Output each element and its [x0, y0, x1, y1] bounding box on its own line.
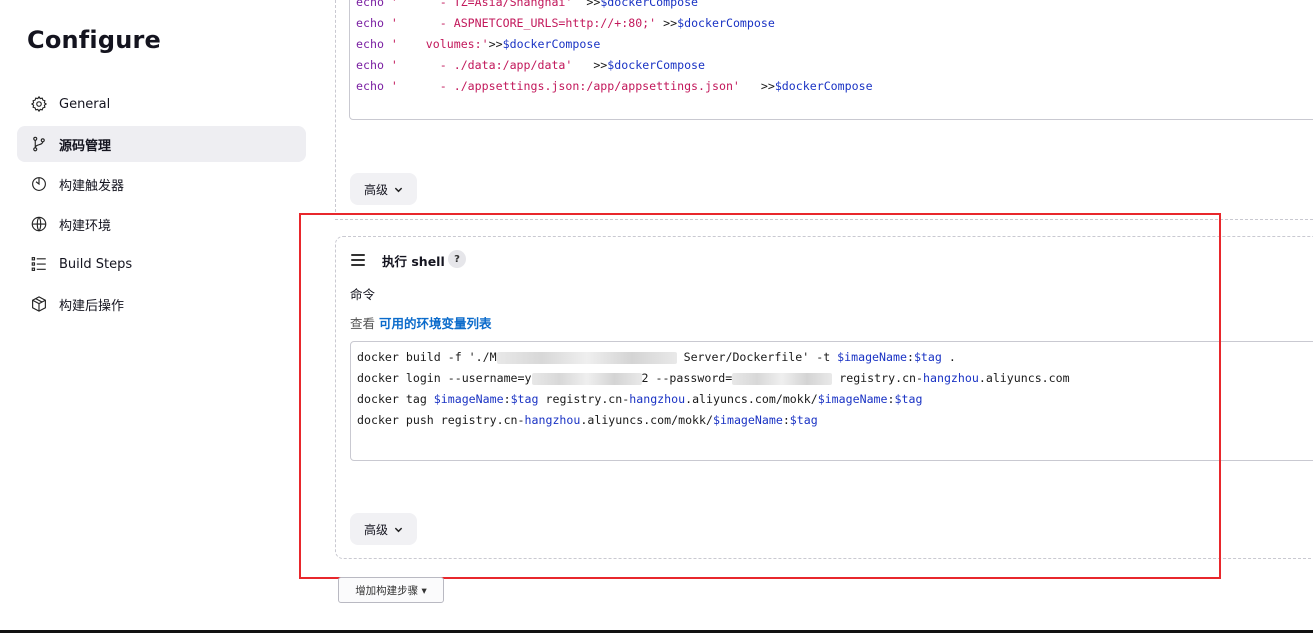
step-border [335, 0, 336, 212]
sidebar-item-label: Build Steps [59, 256, 133, 272]
previous-command-textarea[interactable]: echo ' - TZ=Asia/Shanghai' >>$dockerComp… [349, 0, 1313, 120]
chevron-down-icon [394, 187, 403, 192]
page-title: Configure [27, 26, 162, 54]
sidebar-item-label: General [59, 96, 111, 112]
code-line: echo ' - ./data:/app/data' >>$dockerComp… [356, 58, 706, 72]
sidebar-item-label: 源码管理 [59, 138, 112, 154]
code-line: echo ' volumes:'>>$dockerCompose [356, 37, 601, 51]
globe-icon [29, 214, 49, 234]
timer-icon [29, 174, 49, 194]
sidebar-item-build-triggers[interactable]: 构建触发器 [17, 166, 306, 202]
sidebar-item-label: 构建环境 [59, 218, 112, 234]
gear-icon [29, 94, 49, 114]
code-line: echo ' - ./appsettings.json:/app/appsett… [356, 79, 873, 93]
package-icon [29, 294, 49, 314]
add-build-step-button[interactable]: 增加构建步骤 ▾ [338, 577, 444, 603]
sidebar-item-build-environment[interactable]: 构建环境 [17, 206, 306, 242]
code-line: echo ' - TZ=Asia/Shanghai' >>$dockerComp… [356, 0, 699, 9]
advanced-button[interactable]: 高级 [350, 173, 417, 205]
highlight-annotation-box [299, 213, 1221, 579]
sidebar: Configure General 源码管理 构建触发器 构建环境 Build … [0, 0, 322, 633]
sidebar-item-source-control[interactable]: 源码管理 [17, 126, 306, 162]
sidebar-item-label: 构建后操作 [59, 298, 125, 314]
code-line: echo ' - ASPNETCORE_URLS=http://+:80;' >… [356, 16, 775, 30]
branch-icon [29, 134, 49, 154]
advanced-label: 高级 [363, 182, 388, 197]
sidebar-item-label: 构建触发器 [59, 178, 125, 194]
sidebar-item-general[interactable]: General [17, 86, 306, 122]
sidebar-item-post-build[interactable]: 构建后操作 [17, 286, 306, 322]
sidebar-item-build-steps[interactable]: Build Steps [17, 246, 306, 282]
list-icon [29, 254, 49, 274]
